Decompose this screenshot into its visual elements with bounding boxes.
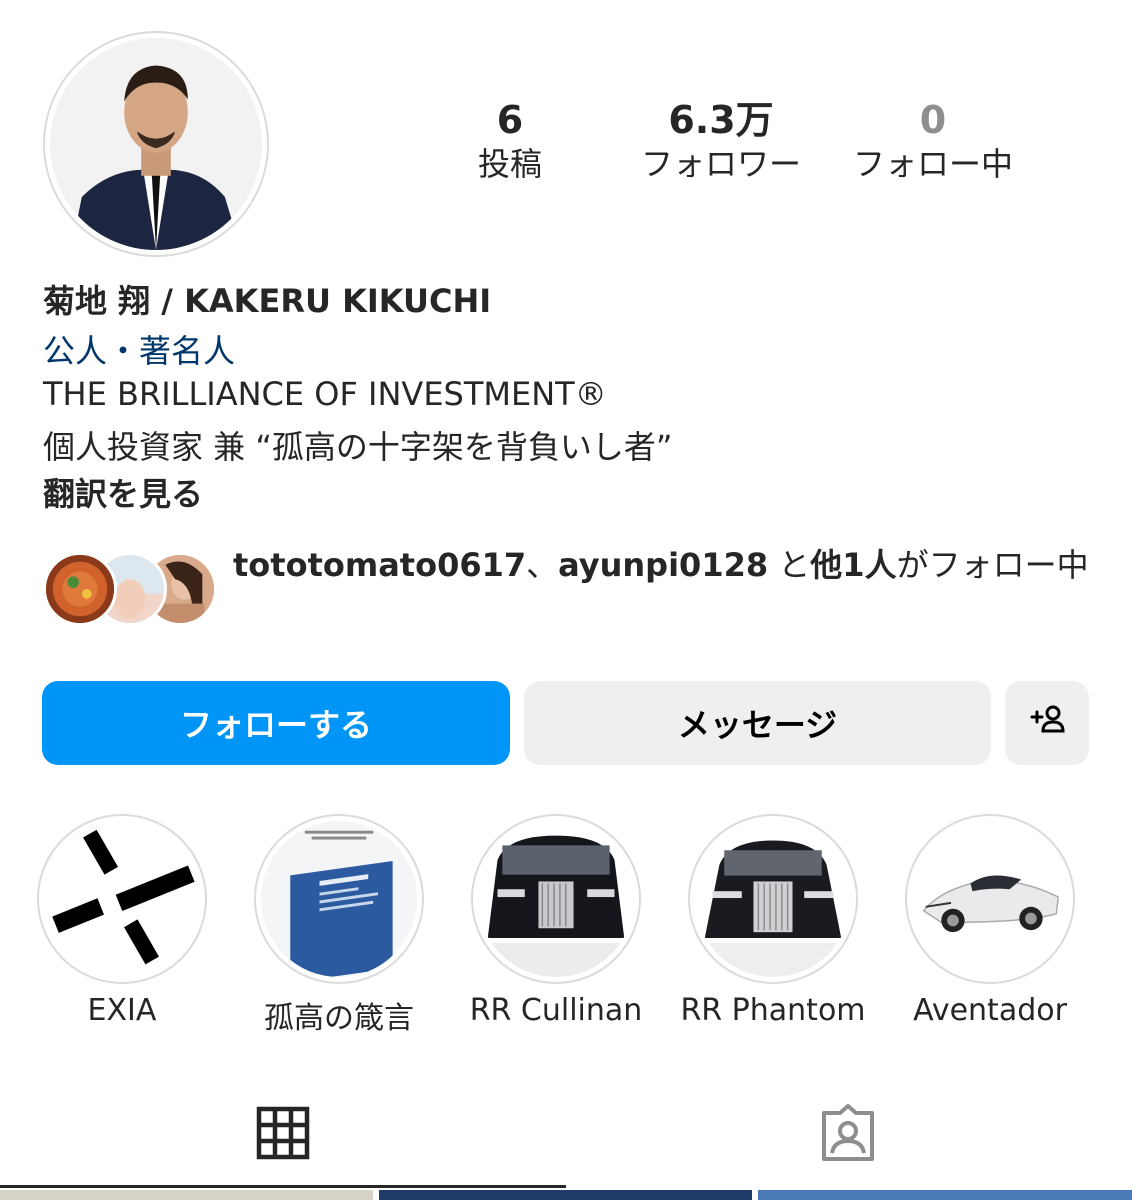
mutual-avatar-1	[43, 552, 117, 626]
grid-icon	[256, 1106, 310, 1164]
message-button[interactable]: メッセージ	[524, 681, 991, 765]
highlight-cover	[912, 821, 1068, 977]
mutual-followers-avatars[interactable]	[43, 552, 218, 626]
highlight-aventador[interactable]: Aventador	[905, 814, 1075, 1028]
tab-posts-grid[interactable]	[248, 1100, 318, 1170]
followers-stat[interactable]: 6.3万 フォロワー	[621, 98, 821, 186]
following-stat[interactable]: 0 フォロー中	[833, 98, 1033, 186]
mutual-others[interactable]: 他1人	[810, 546, 896, 584]
following-label: フォロー中	[852, 145, 1013, 183]
highlight-rr-phantom[interactable]: RR Phantom	[680, 814, 866, 1028]
highlight-label: RR Phantom	[680, 993, 866, 1028]
tab-tagged[interactable]	[813, 1100, 883, 1170]
profile-avatar[interactable]	[43, 31, 269, 257]
profile-category: 公人・著名人	[43, 332, 236, 370]
posts-count: 6	[496, 98, 524, 142]
followers-label: フォロワー	[640, 145, 801, 183]
person-plus-icon	[1027, 699, 1067, 747]
posts-label: 投稿	[477, 145, 542, 183]
highlight-label: Aventador	[913, 993, 1067, 1028]
active-tab-indicator	[0, 1185, 566, 1188]
suggest-users-button[interactable]	[1005, 681, 1089, 765]
bio-line-1: THE BRILLIANCE OF INVESTMENT®	[43, 375, 607, 413]
highlight-cover	[44, 821, 200, 977]
profile-name: 菊地 翔 / KAKERU KIKUCHI	[43, 282, 492, 320]
highlight-kokou-no-shingen[interactable]: 孤高の箴言	[254, 814, 424, 1037]
mutual-suffix: がフォロー中	[896, 546, 1089, 584]
highlight-rr-cullinan[interactable]: RR Cullinan	[470, 814, 642, 1028]
following-count: 0	[919, 98, 947, 142]
mutual-followers-text[interactable]: tototomato0617、ayunpi0128 と他1人がフォロー中	[233, 540, 1093, 590]
highlight-exia[interactable]: EXIA	[37, 814, 207, 1028]
highlight-label: RR Cullinan	[469, 993, 643, 1028]
highlight-cover	[478, 821, 634, 977]
mutual-separator: 、	[526, 546, 559, 584]
highlight-cover	[695, 821, 851, 977]
post-thumbnail[interactable]	[758, 1190, 1132, 1200]
post-thumbnail[interactable]	[379, 1190, 752, 1200]
tagged-person-icon	[818, 1103, 878, 1167]
highlight-label: EXIA	[87, 993, 157, 1028]
mutual-user-2[interactable]: ayunpi0128	[558, 546, 768, 584]
follow-button[interactable]: フォローする	[42, 681, 510, 765]
highlight-cover	[261, 821, 417, 977]
mutual-user-1[interactable]: tototomato0617	[233, 546, 526, 584]
mutual-connector: と	[768, 546, 811, 584]
highlight-label: 孤高の箴言	[264, 1001, 414, 1036]
see-translation-link[interactable]: 翻訳を見る	[43, 469, 203, 515]
post-thumbnail[interactable]	[0, 1190, 373, 1200]
profile-photo	[50, 38, 262, 250]
bio-line-2: 個人投資家 兼 “孤高の十字架を背負いし者”	[43, 428, 673, 466]
followers-count: 6.3万	[668, 98, 774, 142]
posts-stat: 6 投稿	[410, 98, 610, 186]
